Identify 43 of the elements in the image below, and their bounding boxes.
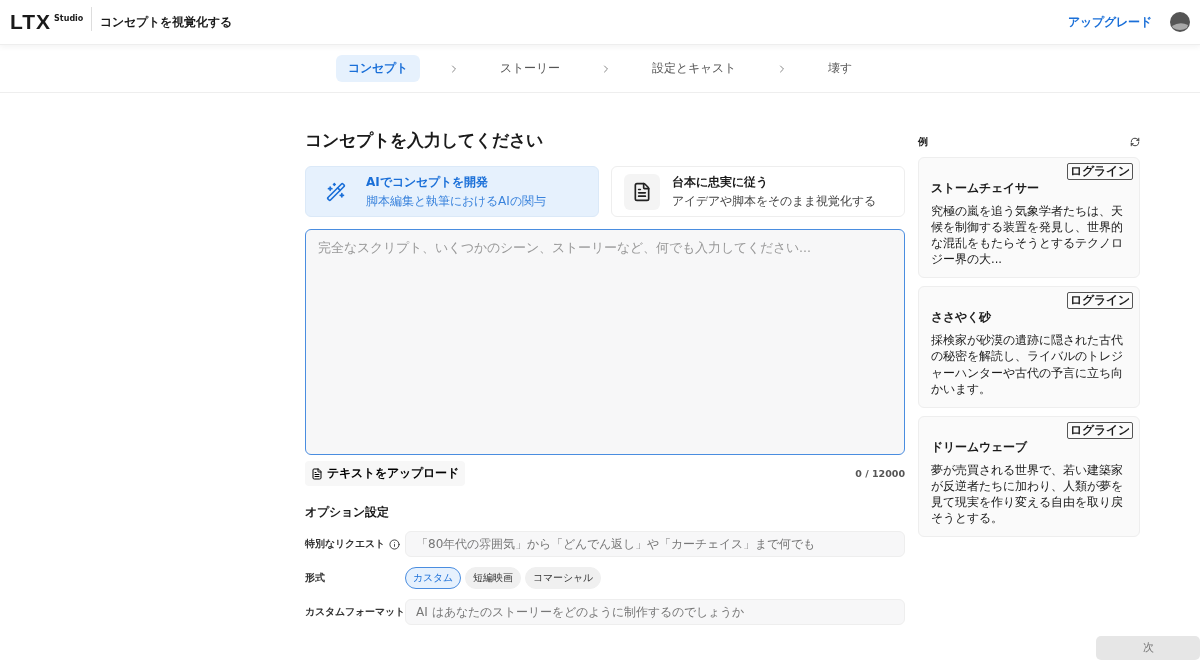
section-heading: コンセプトを入力してください [305,129,544,152]
refresh-icon[interactable] [1130,137,1140,147]
field-label: 特別なリクエスト [305,537,385,551]
next-button[interactable]: 次 [1096,635,1200,660]
format-chip[interactable]: カスタム [405,567,461,589]
avatar-icon[interactable] [1170,12,1190,32]
logline-tag: ログライン [1067,163,1133,180]
example-card[interactable]: ログライン ささやく砂 採検家が砂漠の遺跡に隠された古代の秘密を解読し、ライバルのトレジャーハンターや古代の予言に立ち向かいます。 [918,286,1140,408]
examples-title: 例 [918,135,928,149]
example-text: 夢が売買される世界で、若い建築家が反逆者たちに加わり、人類が夢を見て現実を作り変える自由を取り戻そうとする。 [931,461,1124,527]
example-title: ささやく砂 [931,309,992,327]
example-card[interactable]: ログライン ドリームウェーブ 夢が売買される世界で、若い建築家が反逆者たちに加わり、人類が夢を見て現実を作り変える自由を取り戻そうとする。 [918,415,1140,538]
document-icon [632,181,652,202]
options-heading: オプション設定 [305,504,390,521]
format-chip[interactable]: コマーシャル [525,567,601,589]
mode-option[interactable]: 台本に忠実に従う アイデアや脚本をそのまま視覚化する [611,166,905,217]
step-tab[interactable]: 設定とキャスト [640,55,748,82]
page-title: コンセプトを視覚化する [100,13,234,31]
info-icon[interactable] [389,538,400,550]
field-label: 形式 [305,571,325,585]
custom-format-input-field[interactable]: AI はあなたのストーリーをどのように制作するのでしょうか [405,599,905,625]
example-title: ドリームウェーブ [931,438,1029,456]
field-label: カスタムフォーマット [305,605,405,619]
magic-wand-icon [326,181,346,202]
character-count: 0 / 12000 [855,468,905,479]
step-tab[interactable]: ストーリー [488,55,572,82]
example-text: 究極の嵐を追う気象学者たちは、天候を制御する装置を発見し、世界的な混乱をもたらそうとするテクノロジー界の大... [931,203,1124,268]
request-input-field[interactable]: 「80年代の雰囲気」から「どんでん返し」や「カーチェイス」まで何でも [405,531,905,557]
logline-tag: ログライン [1067,292,1133,310]
logline-tag: ログライン [1067,421,1133,439]
logo-subtitle: Studio [54,7,93,31]
mode-option[interactable]: AIでコンセプトを開発 脚本編集と執筆におけるAIの関与 [305,166,599,217]
logo: LTX [10,10,52,34]
format-chip[interactable]: 短編映画 [465,567,521,589]
upgrade-link[interactable]: アップグレード [1068,13,1152,31]
step-tab[interactable]: コンセプト [336,55,420,82]
concept-input-field[interactable]: 完全なスクリプト、いくつかのシーン、ストーリーなど、何でも入力してください... [305,229,905,455]
example-title: ストームチェイサー [931,180,1040,197]
example-text: 採検家が砂漠の遺跡に隠された古代の秘密を解読し、ライバルのトレジャーハンターや古代の予言に立ち向かいます。 [931,332,1124,397]
step-tab[interactable]: 壊す [816,55,864,82]
upload-text-button[interactable]: テキストをアップロード [305,461,465,486]
example-card[interactable]: ログライン ストームチェイサー 究極の嵐を追う気象学者たちは、天候を制御する装置を発見し、世界的な混乱をもたらそうとするテクノロジー界の大... [918,157,1140,279]
document-icon [311,467,323,480]
